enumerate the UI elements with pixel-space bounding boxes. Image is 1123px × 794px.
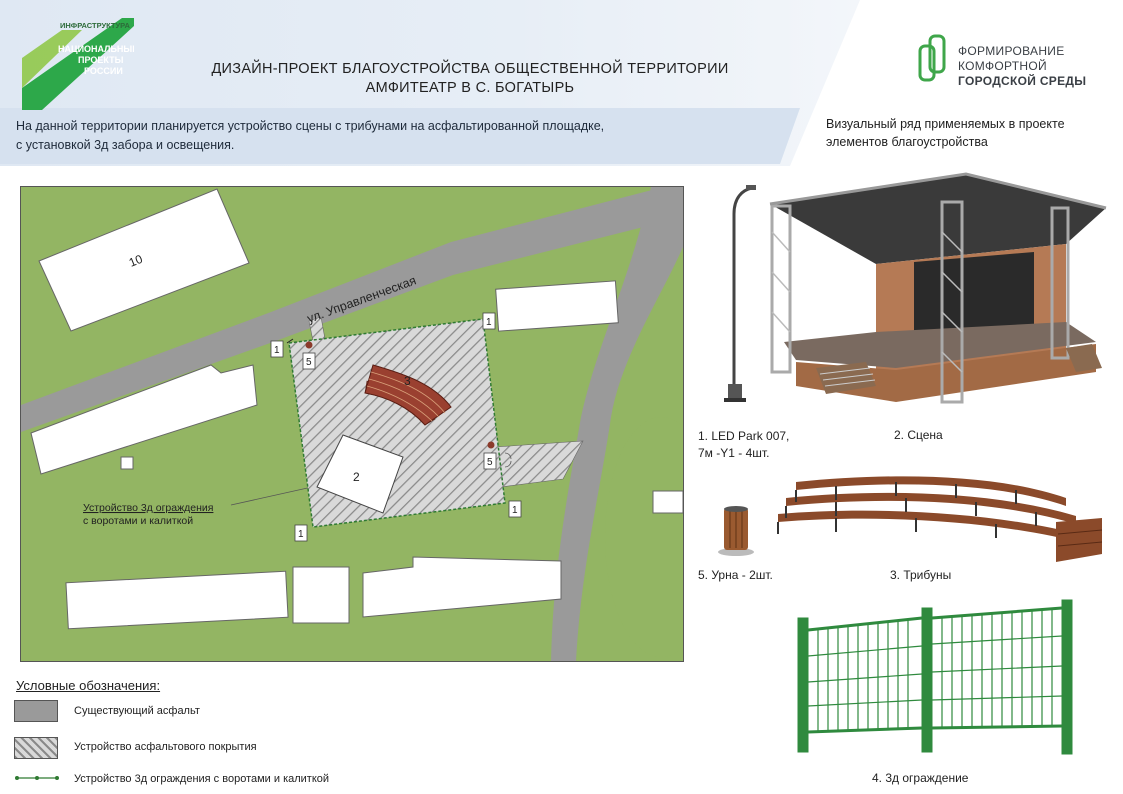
building-bottom-mid (292, 566, 350, 624)
legend-swatch-asphalt-existing (14, 700, 58, 722)
project-description: На данной территории планируется устройс… (16, 117, 716, 155)
led-park-lamp-image (724, 185, 756, 402)
small-box (120, 456, 134, 470)
np-logo-line1: НАЦИОНАЛЬНЫЕ (58, 44, 134, 54)
np-logo-line2: ПРОЕКТЫ (78, 55, 124, 65)
page-title-line1: ДИЗАЙН-ПРОЕКТ БЛАГОУСТРОЙСТВА ОБЩЕСТВЕНН… (211, 61, 729, 77)
urn-caption: 5. Урна - 2шт. (698, 568, 773, 582)
lamp-marker-3: 1 (508, 500, 522, 518)
fence-note-line1: Устройство 3д ограждения (83, 502, 213, 514)
site-plan-svg: 10 2 3 1 1 1 1 5 5 ул. Управленческая Ус… (21, 187, 683, 661)
fks-line3: ГОРОДСКОЙ СРЕДЫ (958, 74, 1087, 88)
stage-caption: 2. Сцена (894, 428, 943, 442)
visual-row-title: Визуальный ряд применяемых в проекте эле… (826, 115, 1116, 151)
legend-swatch-asphalt-new (14, 737, 58, 759)
np-logo-line3: РОССИИ (84, 66, 123, 76)
urn-image (718, 506, 754, 556)
new-asphalt-site (288, 318, 506, 528)
urn-number-1: 5 (306, 357, 312, 368)
visual-title-line2: элементов благоустройства (826, 135, 988, 149)
stands-image (777, 476, 1103, 562)
lamp-number-3: 1 (512, 505, 518, 516)
lamp-number-4: 1 (298, 529, 304, 540)
urn-number-2: 5 (487, 457, 493, 468)
national-projects-logo: ИНФРАСТРУКТУРА НАЦИОНАЛЬНЫЕ ПРОЕКТЫ РОСС… (22, 18, 134, 110)
comfortable-city-logo-text: ФОРМИРОВАНИЕ КОМФОРТНОЙ ГОРОДСКОЙ СРЕДЫ (958, 44, 1086, 89)
stage-number: 2 (353, 470, 360, 484)
comfortable-city-logo-icon (918, 34, 946, 82)
lamp-marker-2: 1 (482, 312, 496, 330)
lamp-caption: 1. LED Park 007, 7м -Y1 - 4шт. (698, 428, 789, 462)
legend-swatch-fence (15, 776, 59, 780)
fence-caption: 4. 3д ограждение (872, 771, 969, 785)
building-right-top (495, 280, 619, 332)
building-far-right (652, 490, 683, 514)
legend-label-fence: Устройство 3д ограждения с воротами и ка… (74, 773, 330, 785)
legend-label-asphalt-existing: Существующий асфальт (74, 705, 200, 717)
lamp-marker-4: 1 (294, 524, 308, 542)
visual-title-line1: Визуальный ряд применяемых в проекте (826, 117, 1065, 131)
description-line2: с установкой 3д забора и освещения. (16, 138, 235, 152)
site-plan-map: 10 2 3 1 1 1 1 5 5 ул. Управленческая Ус… (20, 186, 684, 662)
lamp-number-2: 1 (486, 317, 492, 328)
fks-line1: ФОРМИРОВАНИЕ (958, 44, 1065, 58)
page-title-line2: АМФИТЕАТР В С. БОГАТЫРЬ (365, 80, 575, 96)
description-line1: На данной территории планируется устройс… (16, 119, 605, 133)
stands-number: 3 (404, 374, 411, 388)
lamp-caption-line2: 7м -Y1 - 4шт. (698, 446, 770, 460)
fence-note-line2: с воротами и калиткой (83, 515, 193, 527)
stage-image (769, 172, 1107, 404)
lamp-caption-line1: 1. LED Park 007, (698, 429, 790, 443)
page-title: ДИЗАЙН-ПРОЕКТ БЛАГОУСТРОЙСТВА ОБЩЕСТВЕНН… (180, 60, 760, 98)
stands-caption: 3. Трибуны (890, 568, 952, 582)
fks-line2: КОМФОРТНОЙ (958, 59, 1047, 73)
lamp-number-1: 1 (274, 345, 280, 356)
fence-3d-image (797, 599, 1073, 755)
legend-title: Условные обозначения: (16, 678, 161, 693)
legend-label-asphalt-new: Устройство асфальтового покрытия (74, 741, 257, 753)
np-logo-top: ИНФРАСТРУКТУРА (60, 21, 131, 30)
